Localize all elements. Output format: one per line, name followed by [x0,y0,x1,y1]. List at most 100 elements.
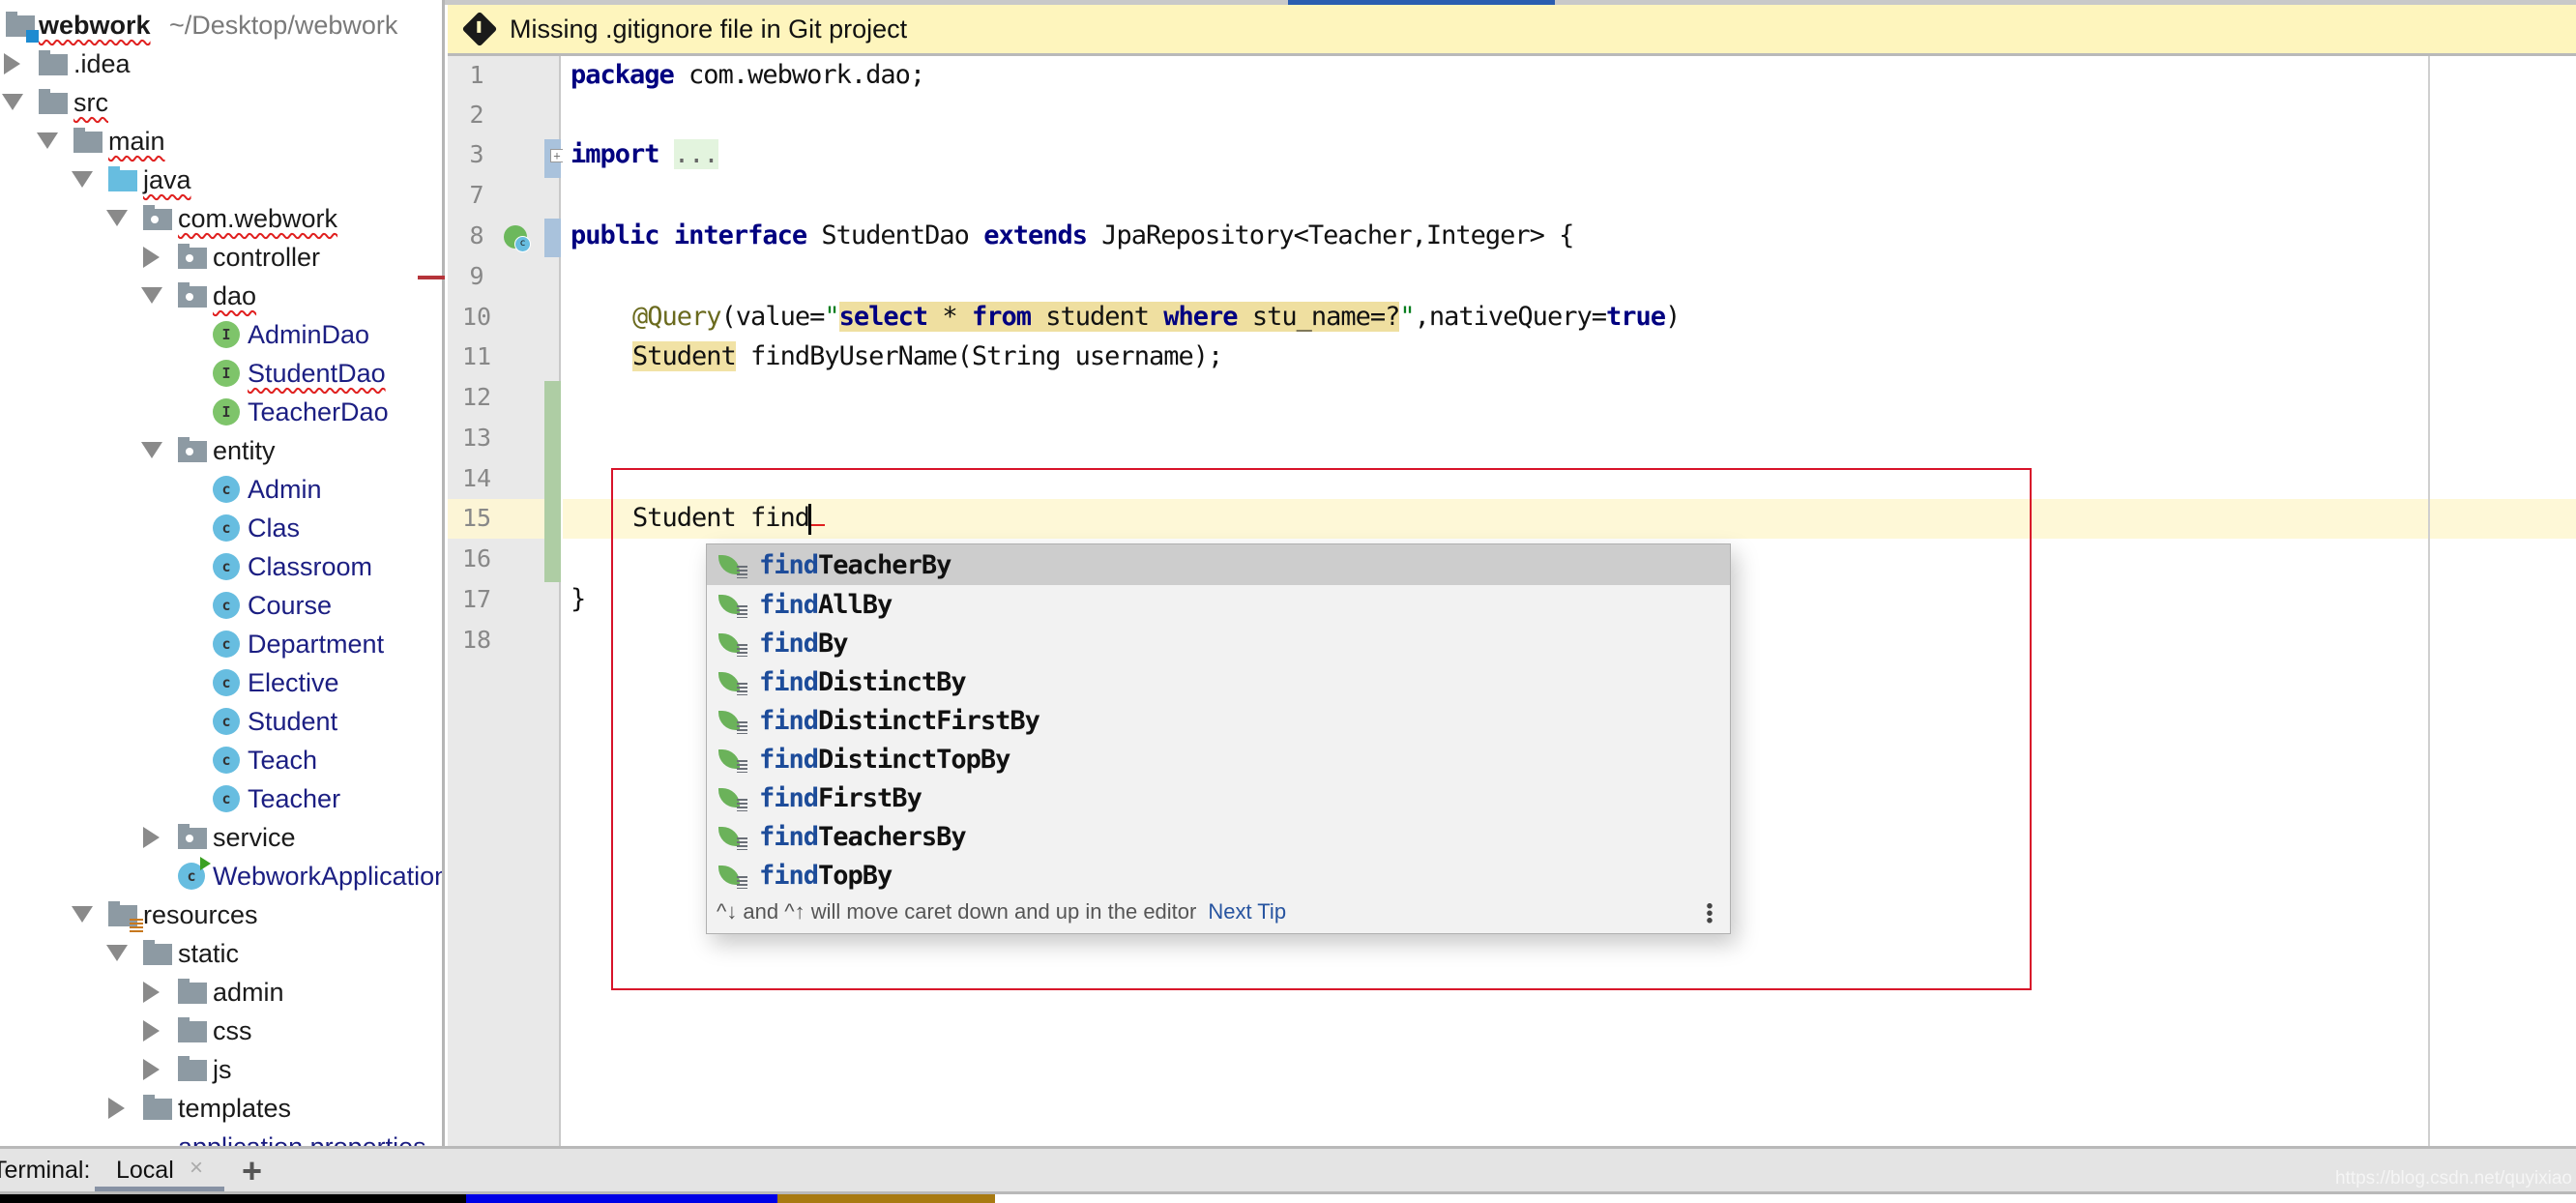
completion-tip-text: ^↓ and ^↑ will move caret down and up in… [717,899,1197,924]
completion-match: find [759,860,819,891]
line-number: 3 [469,140,484,168]
line-number: 2 [469,101,484,129]
tree-item-label: src [73,87,108,117]
completion-rest: TeacherBy [818,549,951,580]
completion-match: find [759,589,819,620]
tree-item-label: application.properties [178,1132,426,1147]
code-text: ,nativeQuery= [1414,302,1607,332]
collapse-arrow-icon[interactable] [2,94,23,115]
completion-item[interactable]: find TeacherBy [707,544,1730,585]
completion-item[interactable]: find TopBy [707,856,1730,895]
completion-item[interactable]: find FirstBy [707,778,1730,817]
tree-item-label: StudentDao [248,358,386,388]
terminal-tab-label: Local [116,1157,174,1184]
sql-text: * [927,302,972,332]
completion-rest: TeachersBy [818,821,967,852]
tree-item-label: main [108,126,165,156]
folder-icon [143,1095,172,1120]
more-options-icon[interactable] [1707,902,1712,924]
gitignore-notification-banner[interactable]: Missing .gitignore file in Git project [448,5,2576,56]
spring-data-method-icon [718,823,747,850]
keyword: true [1605,302,1666,332]
folder-icon [178,1017,207,1042]
code-text: ) [1665,302,1681,332]
spring-data-method-icon [718,784,747,811]
collapse-arrow-icon[interactable] [106,945,128,966]
add-terminal-tab-icon[interactable]: + [242,1151,262,1191]
annotation: @Query [632,302,722,332]
package-icon [143,205,172,230]
completion-item[interactable]: find DistinctFirstBy [707,701,1730,740]
line-number: 13 [461,424,492,452]
tree-item-label: controller [213,242,321,272]
class-icon: c [213,476,240,503]
expand-arrow-icon[interactable] [143,247,164,268]
folded-imports[interactable]: ... [673,139,719,169]
line-number: 16 [461,544,492,572]
spring-data-method-icon [718,862,747,889]
spring-data-method-icon [718,668,747,695]
vcs-added-marker[interactable] [544,381,561,582]
class-icon: c [213,669,240,696]
tree-item-label: .idea [73,48,131,78]
completion-item[interactable]: find TeachersBy [707,817,1730,856]
status-segment [777,1194,995,1203]
expand-arrow-icon[interactable] [4,53,25,74]
folder-icon [39,50,68,75]
code-line-10: @Query(value="select * from student wher… [632,298,1681,337]
class-icon: c [213,631,240,658]
completion-rest: DistinctTopBy [818,744,1010,775]
tree-item-label: Department [248,629,385,659]
keyword: import [571,139,660,169]
project-root-name: webwork [39,10,151,40]
interface-icon: I [213,321,240,348]
folder-icon [178,1056,207,1081]
completion-item[interactable]: find AllBy [707,585,1730,624]
warning-highlight[interactable]: Student [632,341,737,371]
collapse-arrow-icon[interactable] [106,210,128,231]
vcs-modified-marker[interactable] [544,219,561,257]
string-quote: " [1399,302,1415,332]
interface-icon: I [213,360,240,387]
expand-arrow-icon[interactable] [143,982,164,1003]
expand-arrow-icon[interactable] [143,1059,164,1080]
collapse-arrow-icon[interactable] [141,287,162,308]
tree-item-label: java [143,164,191,194]
close-icon[interactable]: × [190,1155,203,1182]
expand-arrow-icon[interactable] [108,1098,130,1119]
folder-icon [73,128,102,153]
next-tip-link[interactable]: Next Tip [1208,899,1286,924]
collapse-arrow-icon[interactable] [72,906,93,927]
keyword: extends [983,220,1088,250]
project-tree: webwork ~/Desktop/webwork .idea src main… [0,0,445,1146]
spring-boot-class-icon: c [178,857,211,890]
editor-gutter[interactable]: 1 2 3 7 8 9 10 11 12 13 14 15 16 17 18 + [448,56,564,1146]
completion-match: find [759,744,819,775]
right-margin-guide [2428,56,2430,1146]
expand-fold-icon[interactable]: + [550,149,564,162]
tree-item-label: static [178,938,240,968]
code-line-11: Student findByUserName(String username); [632,337,1223,376]
completion-rest: AllBy [818,589,893,620]
tree-item-label: css [213,1015,252,1045]
code-text: findByUserName(String username); [735,341,1223,371]
tree-item-label: Course [248,590,333,620]
implementation-gutter-icon[interactable] [504,225,531,252]
tree-item-label: Admin [248,474,322,504]
completion-item[interactable]: find DistinctTopBy [707,740,1730,778]
tree-item-label: com.webwork [178,203,338,233]
completion-item[interactable]: find DistinctBy [707,662,1730,701]
code-completion-popup[interactable]: find TeacherBy find AllBy find By find Disti… [706,543,1731,934]
expand-arrow-icon[interactable] [143,827,164,848]
terminal-tab-local[interactable]: Local × [95,1149,224,1191]
tree-item-label: entity [213,435,276,465]
completion-match: find [759,705,819,736]
line-number: 1 [469,61,484,89]
class-icon: c [213,785,240,812]
expand-arrow-icon[interactable] [143,1020,164,1042]
package-icon [178,824,207,849]
collapse-arrow-icon[interactable] [72,171,93,192]
completion-item[interactable]: find By [707,624,1730,662]
collapse-arrow-icon[interactable] [141,442,162,463]
collapse-arrow-icon[interactable] [37,132,58,154]
